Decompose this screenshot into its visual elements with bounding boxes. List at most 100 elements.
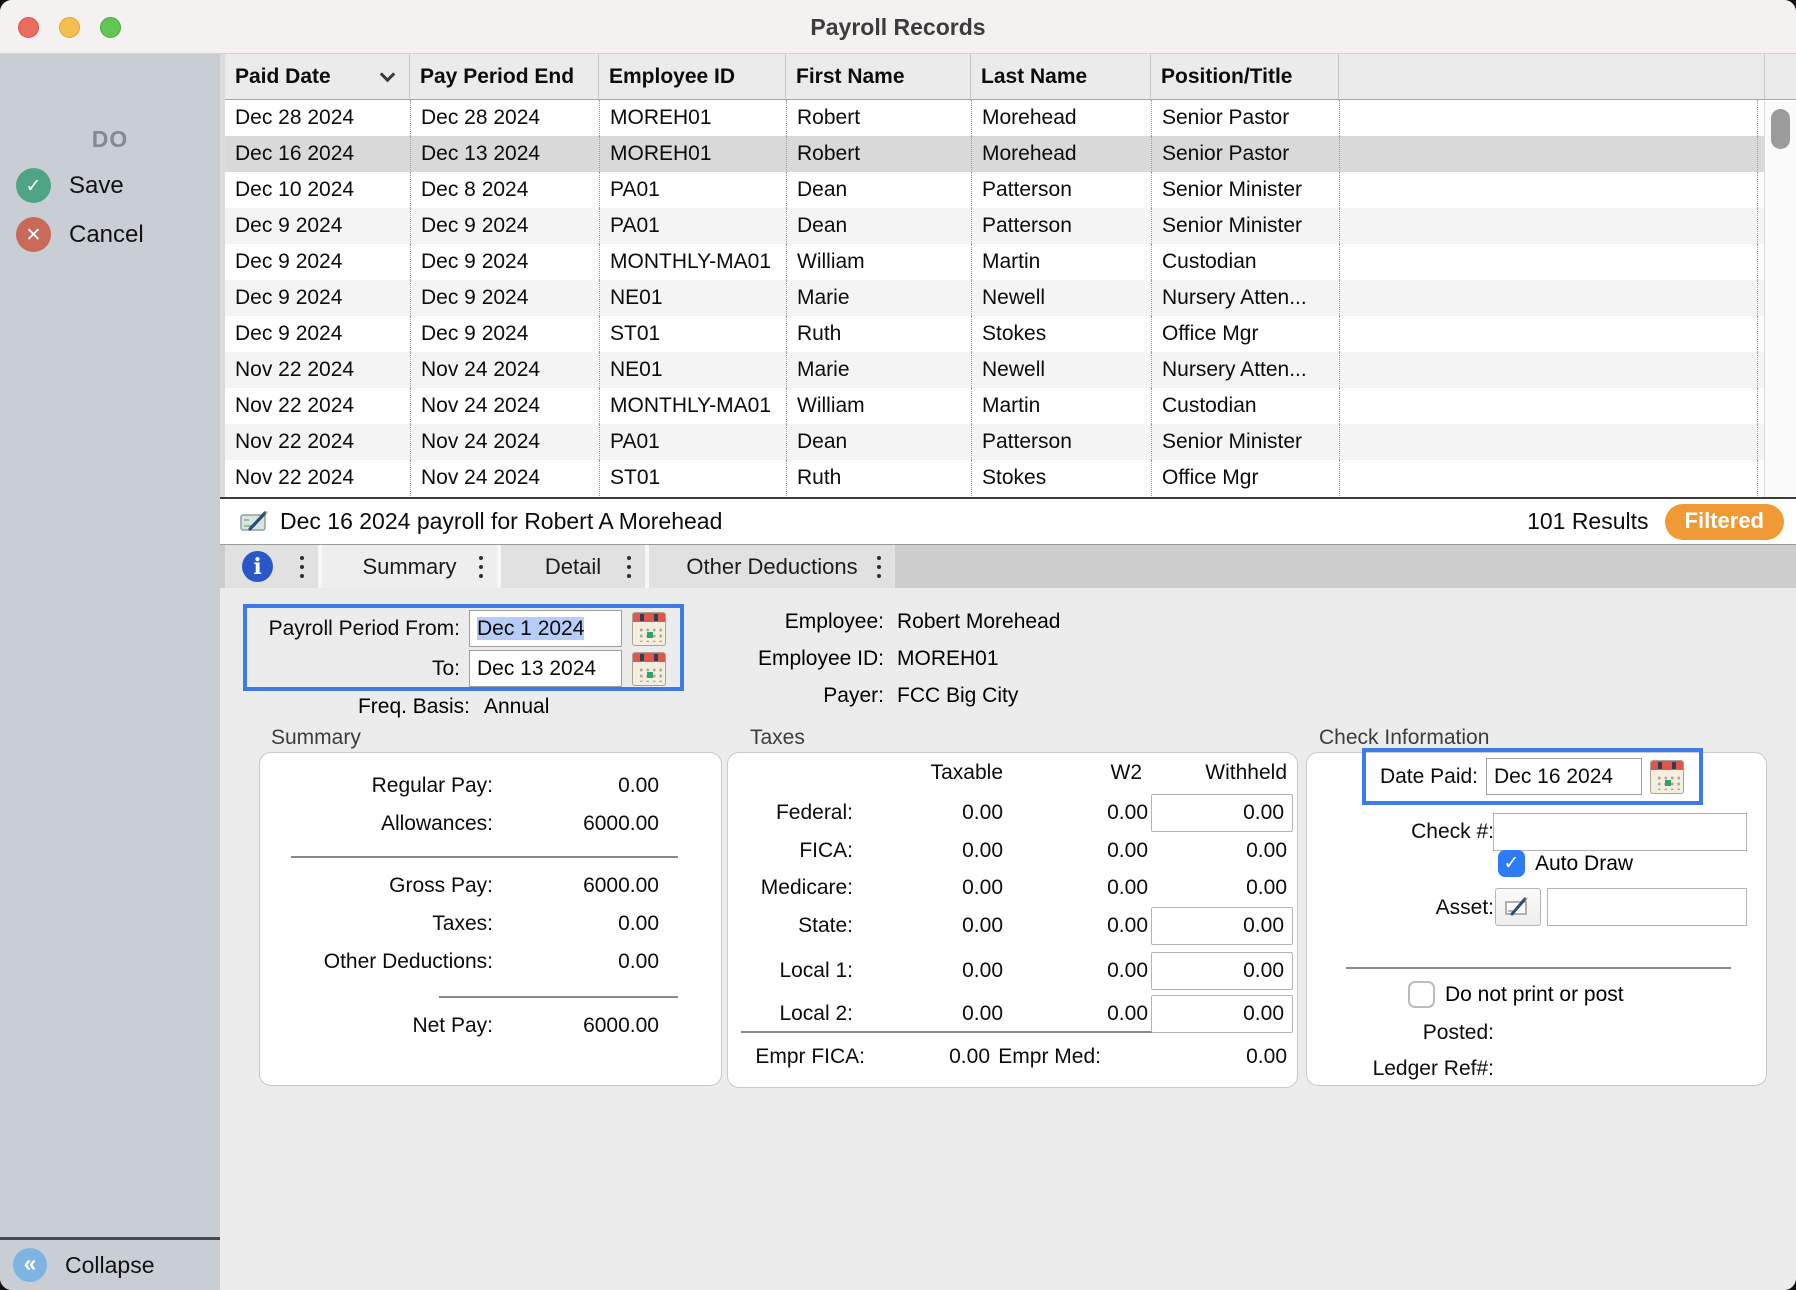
table-cell: Senior Minister [1151,424,1339,460]
tab-detail[interactable]: Detail [501,545,645,588]
table-cell: PA01 [599,172,786,208]
table-header: Paid Date Pay Period End Employee ID Fir… [225,54,1796,100]
table-cell: MOREH01 [599,100,786,136]
calendar-icon[interactable] [1650,760,1684,794]
column-header-empty [1339,54,1757,99]
empr-med-value: 0.00 [1137,1044,1287,1070]
employee-id-label: Employee ID: [690,646,884,672]
table-cell: Nov 22 2024 [225,388,410,424]
ledger-ref-label: Ledger Ref#: [1307,1056,1494,1082]
info-icon[interactable]: i [242,551,273,582]
column-header-last-name[interactable]: Last Name [971,54,1151,99]
date-paid-group: Date Paid: Dec 16 2024 [1362,748,1703,805]
table-cell: Dec 9 2024 [410,280,599,316]
check-info-divider [1346,967,1731,969]
table-cell: Senior Minister [1151,208,1339,244]
table-row[interactable]: Dec 9 2024Dec 9 2024PA01DeanPattersonSen… [225,208,1796,244]
asset-check-pencil-icon [1505,896,1531,918]
net-pay-divider [439,996,678,998]
auto-draw-checkbox[interactable]: ✓ [1498,850,1525,877]
table-cell: Ruth [786,460,971,496]
table-cell: Dean [786,208,971,244]
table-cell: Dec 13 2024 [410,136,599,172]
table-row[interactable]: Nov 22 2024Nov 24 2024NE01MarieNewellNur… [225,352,1796,388]
tax-withheld-input[interactable]: 0.00 [1151,794,1293,832]
period-from-field[interactable]: Dec 1 2024 [469,610,622,647]
kebab-menu-icon[interactable] [624,553,634,581]
table-row[interactable]: Nov 22 2024Nov 24 2024MONTHLY-MA01Willia… [225,388,1796,424]
kebab-menu-icon[interactable] [297,553,307,581]
table-row[interactable]: Nov 22 2024Nov 24 2024PA01DeanPattersonS… [225,424,1796,460]
tax-taxable-value: 0.00 [853,875,1003,901]
table-cell: Dec 9 2024 [225,244,410,280]
taxes-value: 0.00 [479,911,659,937]
taxes-label: Taxes: [260,911,493,937]
table-row[interactable]: Dec 9 2024Dec 9 2024NE01MarieNewellNurse… [225,280,1796,316]
asset-picker-button[interactable] [1495,888,1541,926]
check-number-field[interactable] [1493,813,1747,851]
table-cell: Patterson [971,208,1151,244]
summary-box: Regular Pay: 0.00 Allowances: 6000.00 Gr… [259,752,722,1086]
payroll-period-group: Payroll Period From: Dec 1 2024 To: Dec … [243,604,684,691]
scrollbar-thumb[interactable] [1771,109,1790,149]
column-header-employee-id[interactable]: Employee ID [599,54,786,99]
tax-withheld-input[interactable]: 0.00 [1151,907,1293,945]
title-bar: Payroll Records [0,0,1796,54]
info-tab[interactable]: i [225,545,318,588]
tab-other-deductions[interactable]: Other Deductions [649,545,895,588]
date-paid-field[interactable]: Dec 16 2024 [1486,758,1642,795]
table-cell: Dec 9 2024 [225,208,410,244]
table-cell: Morehead [971,136,1151,172]
kebab-menu-icon[interactable] [874,553,884,581]
calendar-icon[interactable] [632,612,666,646]
table-cell: William [786,244,971,280]
other-deductions-label: Other Deductions: [260,949,493,975]
table-cell: Dec 9 2024 [225,280,410,316]
table-scrollbar[interactable] [1764,101,1796,497]
asset-label: Asset: [1307,895,1494,921]
tax-row-label: Federal: [728,800,853,826]
period-to-field[interactable]: Dec 13 2024 [469,650,622,687]
tax-w2-value: 0.00 [998,800,1148,826]
kebab-menu-icon[interactable] [476,553,486,581]
table-cell: Nov 22 2024 [225,460,410,496]
regular-pay-value: 0.00 [479,773,659,799]
asset-field[interactable] [1547,888,1747,926]
sort-descending-icon [380,66,396,82]
column-header-pay-period-end[interactable]: Pay Period End [410,54,599,99]
table-cell: Nov 24 2024 [410,388,599,424]
table-row[interactable]: Dec 9 2024Dec 9 2024MONTHLY-MA01WilliamM… [225,244,1796,280]
tab-summary[interactable]: Summary [322,545,497,588]
do-not-print-checkbox[interactable] [1408,981,1435,1008]
table-row[interactable]: Dec 9 2024Dec 9 2024ST01RuthStokesOffice… [225,316,1796,352]
table-row[interactable]: Dec 28 2024Dec 28 2024MOREH01RobertMoreh… [225,100,1796,136]
tax-withheld-value: 0.00 [1137,875,1287,901]
table-cell: Nov 22 2024 [225,352,410,388]
filtered-badge[interactable]: Filtered [1665,504,1784,540]
collapse-chevrons-icon: « [13,1248,47,1282]
table-cell: Office Mgr [1151,460,1339,496]
column-header-first-name[interactable]: First Name [786,54,971,99]
table-cell: Marie [786,352,971,388]
records-table: Paid Date Pay Period End Employee ID Fir… [220,54,1796,497]
calendar-icon[interactable] [632,652,666,686]
column-header-position-title[interactable]: Position/Title [1151,54,1339,99]
tax-withheld-input[interactable]: 0.00 [1151,995,1293,1033]
table-cell: Marie [786,280,971,316]
taxes-box: Taxable W2 Withheld Empr FICA: 0.00 Empr… [727,752,1298,1088]
table-row[interactable]: Dec 10 2024Dec 8 2024PA01DeanPattersonSe… [225,172,1796,208]
column-header-paid-date[interactable]: Paid Date [225,54,410,99]
allowances-label: Allowances: [260,811,493,837]
table-row[interactable]: Nov 22 2024Nov 24 2024ST01RuthStokesOffi… [225,460,1796,496]
cancel-button[interactable]: ✕ Cancel [16,217,144,252]
table-cell: Custodian [1151,244,1339,280]
table-cell: ST01 [599,460,786,496]
save-button[interactable]: ✓ Save [16,168,124,203]
table-cell: MONTHLY-MA01 [599,388,786,424]
table-row[interactable]: Dec 16 2024Dec 13 2024MOREH01RobertMoreh… [225,136,1796,172]
window-title: Payroll Records [0,0,1796,54]
table-cell: Dec 10 2024 [225,172,410,208]
withheld-column-header: Withheld [1137,760,1287,786]
tax-withheld-input[interactable]: 0.00 [1151,952,1293,990]
collapse-button[interactable]: « Collapse [13,1248,155,1282]
